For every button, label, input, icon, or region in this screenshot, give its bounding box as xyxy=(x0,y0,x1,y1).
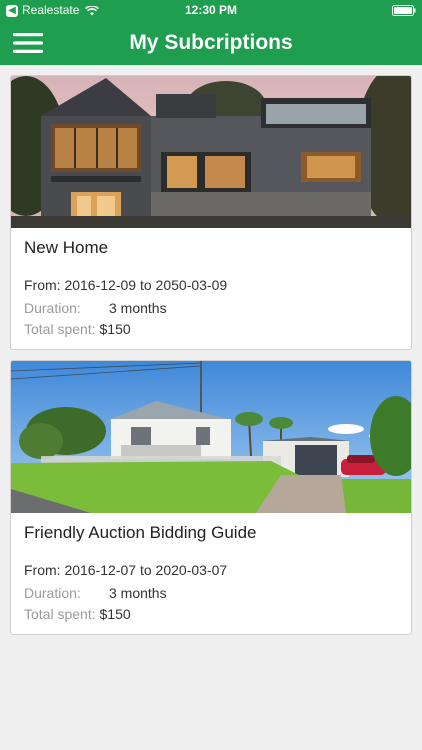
date-from: 2016-12-07 xyxy=(64,562,137,578)
property-photo-cottage xyxy=(11,361,411,513)
date-to-label: to xyxy=(139,277,152,293)
total-spent-label: Total spent: xyxy=(24,606,96,622)
duration-value: 3 months xyxy=(109,585,167,601)
total-spent-value: $150 xyxy=(99,606,131,622)
date-range: From: 2016-12-09 to 2050-03-09 xyxy=(24,277,227,293)
total-spent-row: Total spent: $150 xyxy=(24,606,131,622)
date-from-label: From: xyxy=(24,562,61,578)
total-spent-value: $150 xyxy=(99,321,131,337)
battery-icon xyxy=(392,5,416,16)
date-from-label: From: xyxy=(24,277,61,293)
duration-label: Duration: xyxy=(24,585,81,601)
subscription-card[interactable]: Friendly Auction Bidding Guide From: 201… xyxy=(10,360,412,635)
duration-row: Duration: 3 months xyxy=(24,300,167,316)
total-spent-label: Total spent: xyxy=(24,321,96,337)
date-to: 2050-03-09 xyxy=(155,277,228,293)
date-range: From: 2016-12-07 to 2020-03-07 xyxy=(24,562,227,578)
date-to: 2020-03-07 xyxy=(155,562,228,578)
status-bar: ◀ Realestate 12:30 PM xyxy=(0,0,422,21)
subscription-card[interactable]: New Home From: 2016-12-09 to 2050-03-09 … xyxy=(10,75,412,350)
property-photo-modern-house xyxy=(11,76,411,228)
status-left: ◀ Realestate xyxy=(6,0,100,21)
back-to-app-icon[interactable]: ◀ xyxy=(6,4,18,17)
date-from: 2016-12-09 xyxy=(64,277,137,293)
nav-bar: My Subcriptions xyxy=(0,21,422,65)
duration-row: Duration: 3 months xyxy=(24,585,167,601)
duration-value: 3 months xyxy=(109,300,167,316)
duration-label: Duration: xyxy=(24,300,81,316)
date-to-label: to xyxy=(139,562,152,578)
page-title: My Subcriptions xyxy=(129,31,293,54)
back-app-label[interactable]: Realestate xyxy=(22,0,79,21)
wifi-icon xyxy=(85,6,100,16)
total-spent-row: Total spent: $150 xyxy=(24,321,131,337)
subscription-title: New Home xyxy=(24,238,109,257)
subscription-title: Friendly Auction Bidding Guide xyxy=(24,523,257,542)
